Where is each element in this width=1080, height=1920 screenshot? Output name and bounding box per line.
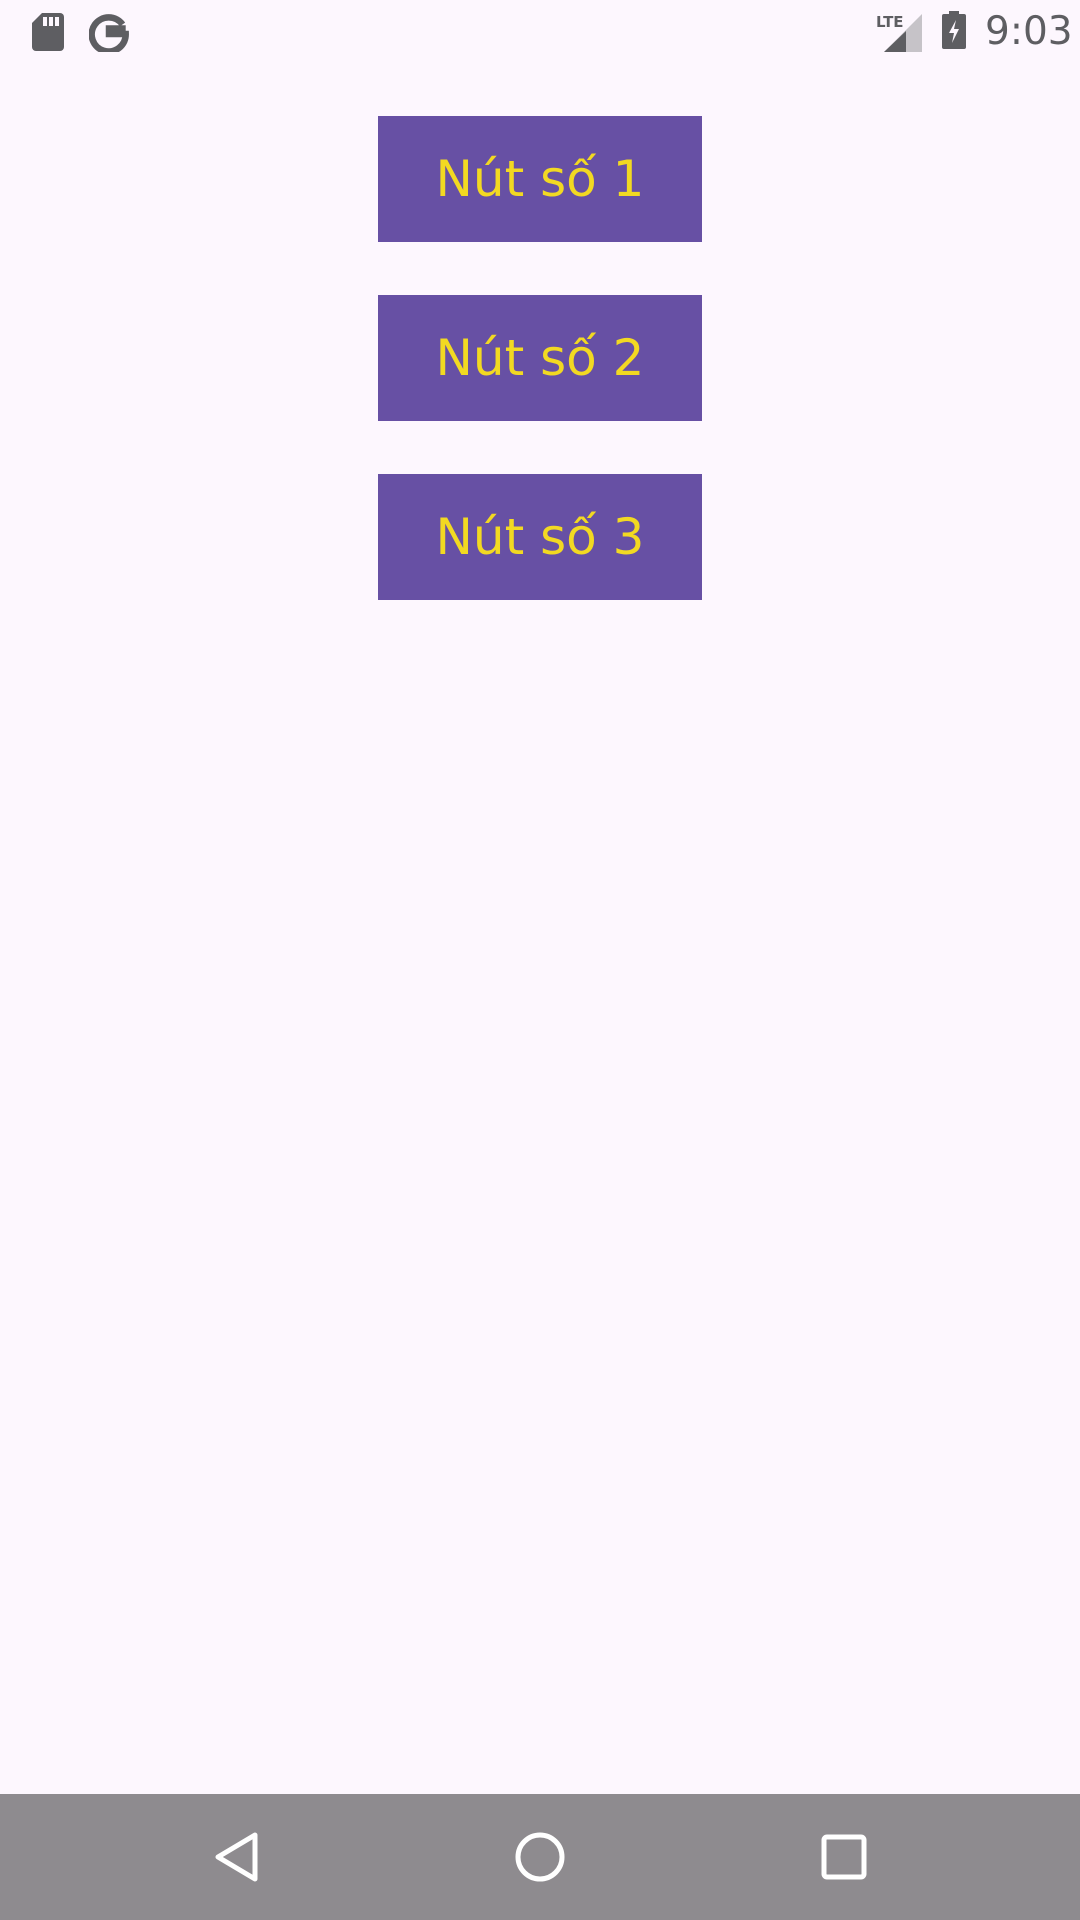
battery-charging-icon xyxy=(942,11,966,49)
recents-button[interactable] xyxy=(764,1794,924,1920)
navigation-bar xyxy=(0,1794,1080,1920)
button-1[interactable]: Nút số 1 xyxy=(378,116,702,242)
button-3[interactable]: Nút số 3 xyxy=(378,474,702,600)
recents-icon xyxy=(821,1834,867,1880)
status-bar: LTE 9:03 xyxy=(0,0,1080,64)
button-2[interactable]: Nút số 2 xyxy=(378,295,702,421)
back-icon xyxy=(215,1832,258,1882)
sdcard-icon xyxy=(32,13,64,51)
back-button[interactable] xyxy=(157,1794,317,1920)
svg-text:LTE: LTE xyxy=(876,13,904,31)
lte-signal-icon: LTE xyxy=(876,13,922,52)
status-bar-time: 9:03 xyxy=(985,9,1073,54)
home-icon xyxy=(515,1832,565,1882)
home-button[interactable] xyxy=(460,1794,620,1920)
google-icon xyxy=(89,14,129,52)
